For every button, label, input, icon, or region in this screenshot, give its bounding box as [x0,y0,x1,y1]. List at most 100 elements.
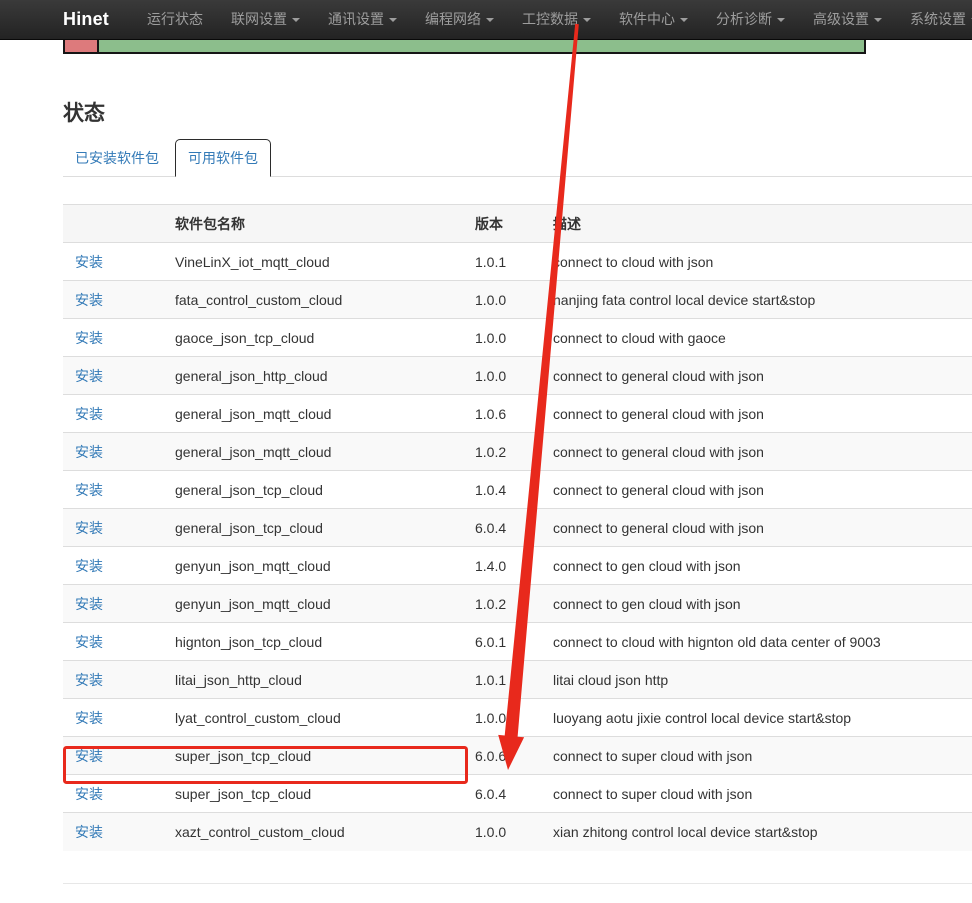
table-row: 安装super_json_tcp_cloud6.0.6connect to su… [63,737,972,775]
tab-installed-packages[interactable]: 已安装软件包 [63,140,171,176]
install-link[interactable]: 安装 [75,634,103,650]
table-row: 安装hignton_json_tcp_cloud6.0.1connect to … [63,623,972,661]
install-link[interactable]: 安装 [75,444,103,460]
package-description: connect to cloud with gaoce [545,319,972,357]
package-name: general_json_mqtt_cloud [167,433,467,471]
nav-item-analysis-diagnosis[interactable]: 分析诊断 [702,0,799,39]
package-name: general_json_http_cloud [167,357,467,395]
package-description: luoyang aotu jixie control local device … [545,699,972,737]
header-description: 描述 [545,205,972,243]
nav-item-running-status[interactable]: 运行状态 [133,0,217,39]
table-row: 安装 genyun_json_mqtt_cloud1.0.2connect to … [63,585,972,623]
package-name: super_json_tcp_cloud [167,737,467,775]
install-link[interactable]: 安装 [75,330,103,346]
nav-item-programming-network[interactable]: 编程网络 [411,0,508,39]
nav-item-advanced-settings[interactable]: 高级设置 [799,0,896,39]
header-action [63,205,167,243]
package-description: connect to cloud with json [545,243,972,281]
table-row: 安装 general_json_mqtt_cloud1.0.6connect to… [63,395,972,433]
table-row: 安装 genyun_json_mqtt_cloud1.4.0connect to … [63,547,972,585]
install-link[interactable]: 安装 [75,786,103,802]
table-row: 安装general_json_mqtt_cloud1.0.2connect to… [63,433,972,471]
nav-item-network-settings[interactable]: 联网设置 [217,0,314,39]
package-description: connect to general cloud with json [545,357,972,395]
install-link[interactable]: 安装 [75,292,103,308]
table-row: 安装fata_control_custom_cloud1.0.0nanjing … [63,281,972,319]
package-version: 1.0.6 [467,395,545,433]
nav-item-system-settings[interactable]: 系统设置 [896,0,972,39]
package-name: general_json_mqtt_cloud [167,395,467,433]
package-description: connect to super cloud with json [545,737,972,775]
install-link[interactable]: 安装 [75,596,103,612]
install-link[interactable]: 安装 [75,520,103,536]
package-version: 6.0.4 [467,775,545,813]
package-table: 软件包名称 版本 描述 安装VineLinX_iot_mqtt_cloud1.0… [63,204,972,851]
table-row: 安装xazt_control_custom_cloud1.0.0xian zhi… [63,813,972,851]
page-title: 状态 [63,102,972,126]
package-name: litai_json_http_cloud [167,661,467,699]
table-row: 安装litai_json_http_cloud1.0.1litai cloud … [63,661,972,699]
table-row: 安装 VineLinX_iot_mqtt_cloud1.0.1connect to… [63,243,972,281]
package-version: 1.0.0 [467,357,545,395]
package-name: genyun_json_mqtt_cloud [167,585,467,623]
package-version: 1.0.2 [467,433,545,471]
install-link[interactable]: 安装 [75,368,103,384]
nav-menu: 运行状态联网设置通讯设置编程网络工控数据软件中心分析诊断高级设置系统设置退出 [133,0,972,39]
install-link[interactable]: 安装 [75,558,103,574]
table-row: 安装 general_json_tcp_cloud1.0.4connect to … [63,471,972,509]
package-version: 6.0.4 [467,509,545,547]
package-version: 6.0.1 [467,623,545,661]
install-link[interactable]: 安装 [75,824,103,840]
install-link[interactable]: 安装 [75,672,103,688]
caret-down-icon [389,18,397,22]
caret-down-icon [680,18,688,22]
nav-item-industrial-data[interactable]: 工控数据 [508,0,605,39]
install-link[interactable]: 安装 [75,406,103,422]
package-name: general_json_tcp_cloud [167,471,467,509]
caret-down-icon [777,18,785,22]
caret-down-icon [292,18,300,22]
install-link[interactable]: 安装 [75,482,103,498]
package-name: lyat_control_custom_cloud [167,699,467,737]
install-link[interactable]: 安装 [75,710,103,726]
package-version: 1.4.0 [467,547,545,585]
package-version: 1.0.2 [467,585,545,623]
progress-green-segment [99,40,864,52]
package-name: xazt_control_custom_cloud [167,813,467,851]
package-description: connect to gen cloud with json [545,547,972,585]
nav-item-software-center[interactable]: 软件中心 [605,0,702,39]
package-name: VineLinX_iot_mqtt_cloud [167,243,467,281]
package-description: connect to gen cloud with json [545,585,972,623]
table-row: 安装lyat_control_custom_cloud1.0.0luoyang … [63,699,972,737]
package-description: connect to general cloud with json [545,471,972,509]
install-link[interactable]: 安装 [75,748,103,764]
package-description: connect to general cloud with json [545,395,972,433]
package-version: 1.0.1 [467,243,545,281]
table-row: 安装general_json_tcp_cloud6.0.4connect to … [63,509,972,547]
package-description: nanjing fata control local device start&… [545,281,972,319]
header-package-name: 软件包名称 [167,205,467,243]
main-content: 状态 已安装软件包 可用软件包 软件包名称 版本 描述 安装 VineLinX_i… [63,102,972,884]
progress-red-segment [65,40,99,52]
bottom-divider [63,883,972,884]
brand-logo[interactable]: Hinet [63,9,109,30]
install-link[interactable]: 安装 [75,254,103,270]
package-name: general_json_tcp_cloud [167,509,467,547]
nav-item-comm-settings[interactable]: 通讯设置 [314,0,411,39]
caret-down-icon [874,18,882,22]
table-header-row: 软件包名称 版本 描述 [63,205,972,243]
header-version: 版本 [467,205,545,243]
package-table-wrap: 软件包名称 版本 描述 安装VineLinX_iot_mqtt_cloud1.0… [63,204,972,851]
package-table-body: 安装VineLinX_iot_mqtt_cloud1.0.1connect to… [63,243,972,851]
package-version: 1.0.4 [467,471,545,509]
package-name: super_json_tcp_cloud [167,775,467,813]
caret-down-icon [486,18,494,22]
package-name: fata_control_custom_cloud [167,281,467,319]
table-row: 安装gaoce_json_tcp_cloud1.0.0connect to cl… [63,319,972,357]
table-row: 安装super_json_tcp_cloud6.0.4connect to su… [63,775,972,813]
tab-available-packages[interactable]: 可用软件包 [175,139,271,177]
progress-bar [63,40,866,54]
package-description: litai cloud json http [545,661,972,699]
package-name: genyun_json_mqtt_cloud [167,547,467,585]
package-name: gaoce_json_tcp_cloud [167,319,467,357]
